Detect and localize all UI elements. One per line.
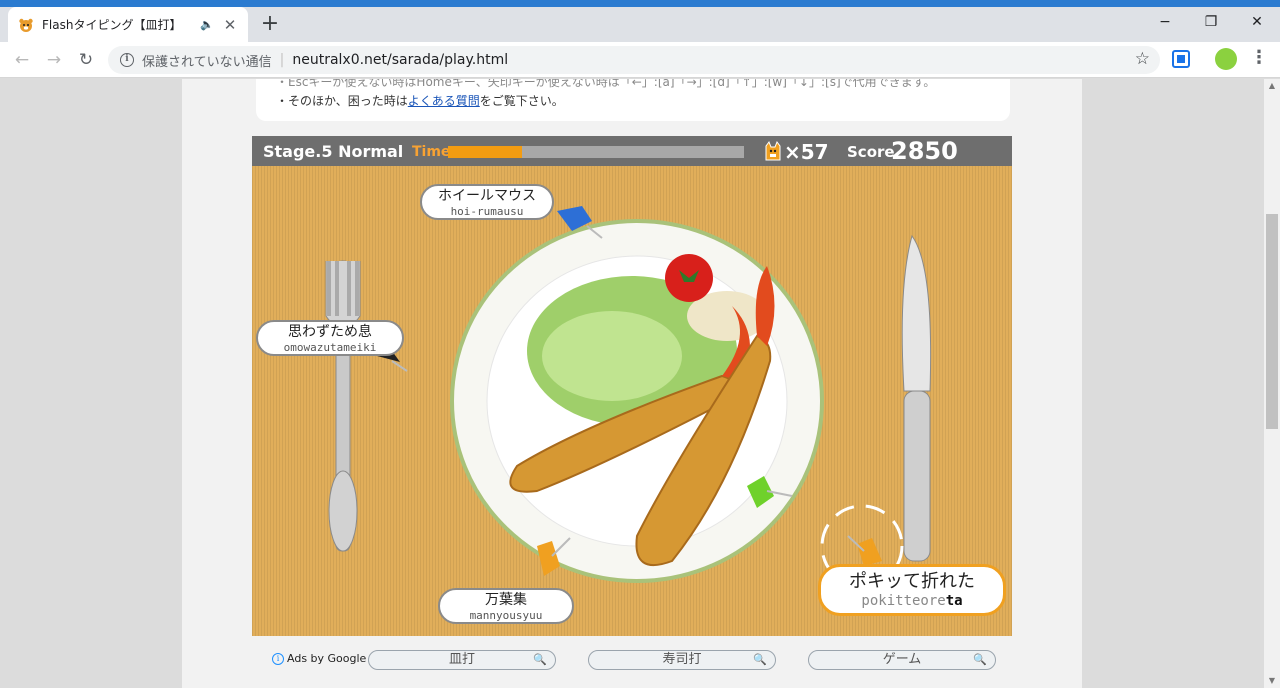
scroll-up-arrow-icon[interactable]: ▲	[1264, 79, 1280, 93]
stage-number: Stage.5	[263, 142, 333, 161]
security-status: 保護されていない通信	[142, 54, 272, 70]
word-bubble: 万葉集 mannyousyuu	[438, 588, 574, 624]
ads-info-icon[interactable]: i	[272, 652, 284, 665]
active-word-bubble: ポキッて折れた pokitteoreta	[818, 564, 1006, 616]
reload-button[interactable]: ↻	[74, 48, 98, 72]
search-pill-sarada[interactable]: 皿打 🔍	[368, 650, 556, 670]
ads-label: Ads by Google	[287, 652, 367, 665]
word-romaji: omowazutameiki	[283, 341, 377, 354]
audio-icon[interactable]: 🔈	[200, 18, 214, 31]
info-icon[interactable]: i	[120, 53, 134, 67]
new-tab-button[interactable]: +	[258, 10, 282, 38]
forward-button[interactable]: →	[42, 48, 66, 72]
ads-by-google[interactable]: i Ads by Google	[272, 652, 366, 665]
profile-avatar[interactable]	[1215, 48, 1237, 70]
tab-strip: Flashタイピング【皿打】 🔈 ✕ + − ❐ ✕	[0, 7, 1280, 42]
lives-count: ×57	[784, 140, 829, 164]
tab-title: Flashタイピング【皿打】	[42, 18, 182, 32]
word-romaji: hoi-rumausu	[450, 205, 524, 218]
search-pill-label: 寿司打	[662, 652, 702, 667]
stage-info: Stage.5 Normal	[263, 142, 403, 161]
window-close-button[interactable]: ✕	[1234, 7, 1280, 37]
word-bubble: ホイールマウス hoi-rumausu	[420, 184, 554, 220]
url-text: neutralx0.net/sarada/play.html	[292, 52, 509, 68]
search-pill-label: ゲーム	[882, 652, 922, 667]
score-value: 2850	[891, 137, 958, 165]
browser-menu-icon[interactable]: ⋮	[1250, 48, 1268, 72]
page-scrollbar[interactable]: ▲ ▼	[1264, 79, 1280, 688]
game-hud: Stage.5 Normal Time ×57 Score 2850	[252, 136, 1012, 166]
notice-line-keys: ・Escキーが使えない時はHomeキー、矢印キーが使えない時は「←」:[a]「→…	[276, 79, 936, 89]
cat-lives-icon	[765, 141, 781, 161]
extension-icon[interactable]	[1172, 50, 1190, 68]
knife-icon	[901, 234, 932, 562]
window-frame	[0, 0, 1280, 7]
score-label: Score	[847, 143, 895, 161]
active-word-japanese: ポキッて折れた	[849, 571, 975, 592]
search-icon: 🔍	[533, 653, 547, 666]
bookmark-star-icon[interactable]: ☆	[1135, 49, 1150, 69]
notice-prefix: ・そのほか、困った時は	[276, 94, 408, 108]
remaining-romaji: ta	[945, 593, 963, 609]
search-pill-sushida[interactable]: 寿司打 🔍	[588, 650, 776, 670]
search-icon: 🔍	[973, 653, 987, 666]
time-bar	[448, 146, 744, 158]
tab-close-icon[interactable]: ✕	[222, 16, 238, 34]
lives-value: 57	[800, 140, 829, 164]
notice-suffix: をご覧下さい。	[479, 94, 564, 108]
word-romaji: mannyousyuu	[469, 609, 543, 622]
active-word-romaji: pokitteoreta	[821, 593, 1003, 610]
scroll-down-arrow-icon[interactable]: ▼	[1264, 674, 1280, 688]
word-bubble: 思わずため息 omowazutameiki	[256, 320, 404, 356]
notice-line-help: ・そのほか、困った時はよくある質問をご覧下さい。	[276, 92, 990, 111]
minimize-button[interactable]: −	[1142, 7, 1188, 37]
help-notice: ・Escキーが使えない時はHomeキー、矢印キーが使えない時は「←」:[a]「→…	[256, 79, 1010, 121]
back-button[interactable]: ←	[10, 48, 34, 72]
search-icon: 🔍	[753, 653, 767, 666]
time-bar-fill	[448, 146, 522, 158]
url-separator: |	[279, 52, 285, 68]
lives-multiplier: ×	[784, 140, 801, 164]
browser-toolbar: ← → ↻ i 保護されていない通信 | neutralx0.net/sarad…	[0, 42, 1280, 78]
difficulty-label: Normal	[338, 142, 404, 161]
game-area[interactable]: Stage.5 Normal Time ×57 Score 2850 ホイールマ…	[252, 136, 1012, 636]
search-pill-label: 皿打	[448, 652, 475, 667]
address-bar[interactable]: i 保護されていない通信 | neutralx0.net/sarada/play…	[108, 46, 1160, 74]
typed-romaji: pokitteore	[861, 593, 946, 609]
search-pill-game[interactable]: ゲーム 🔍	[808, 650, 996, 670]
orange-creature-icon	[847, 535, 882, 566]
word-japanese: 思わずため息	[288, 324, 372, 340]
time-label: Time	[412, 144, 451, 160]
table-surface: ホイールマウス hoi-rumausu 思わずため息 omowazutameik…	[252, 166, 1012, 636]
tab-active[interactable]: Flashタイピング【皿打】 🔈 ✕	[8, 7, 248, 42]
maximize-button[interactable]: ❐	[1188, 7, 1234, 37]
word-japanese: ホイールマウス	[438, 188, 536, 204]
scroll-thumb[interactable]	[1266, 214, 1278, 429]
tiger-favicon-icon	[19, 18, 33, 32]
fork-icon	[325, 260, 361, 552]
word-japanese: 万葉集	[485, 592, 527, 608]
faq-link[interactable]: よくある質問	[408, 94, 480, 108]
